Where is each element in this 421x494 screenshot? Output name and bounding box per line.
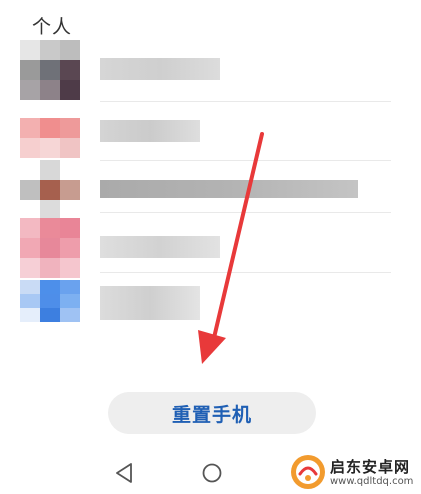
avatar-pixel [60,40,80,60]
avatar-pixel [40,40,60,60]
avatar-pixel [20,258,40,278]
contact-name-blurred [100,236,220,258]
avatar-pixel [40,218,60,238]
list-divider [100,272,391,273]
watermark-title: 启东安卓网 [330,458,411,476]
avatar-pixel [20,118,40,138]
watermark-logo-icon [291,455,325,489]
avatar-pixel [40,258,60,278]
contact-row[interactable] [0,158,421,220]
avatar-pixel [40,308,60,322]
avatar-pixel [60,60,80,80]
contact-name-blurred [100,120,200,142]
avatar-pixel [60,180,80,200]
avatar-pixel [40,80,60,100]
avatar-pixel [40,160,60,180]
avatar-pixel [20,60,40,80]
avatar-pixel [60,80,80,100]
reset-phone-button[interactable]: 重置手机 [108,392,316,434]
avatar-pixel [20,238,40,258]
avatar-pixel [40,280,60,294]
avatar-pixel [20,40,40,60]
back-triangle-icon[interactable] [114,462,134,484]
avatar-pixel [60,160,80,180]
avatar-pixel [60,280,80,294]
avatar [20,218,80,278]
contact-row[interactable] [0,40,421,100]
avatar [20,280,80,322]
avatar-pixel [20,280,40,294]
avatar-pixel [60,138,80,158]
avatar-pixel [40,180,60,200]
avatar-pixel [40,238,60,258]
avatar-pixel [60,294,80,308]
contact-name-blurred [100,180,358,198]
avatar-pixel [60,238,80,258]
section-header: 个人 [32,16,73,38]
avatar-pixel [40,138,60,158]
avatar-pixel [20,200,40,220]
avatar-pixel [40,118,60,138]
home-circle-icon[interactable] [201,462,223,484]
watermark-logo: 启东安卓网 www.qdltdq.com [286,452,421,492]
avatar-pixel [60,118,80,138]
list-divider [100,101,391,102]
avatar-pixel [60,258,80,278]
avatar-pixel [60,308,80,322]
avatar [20,40,80,100]
avatar-pixel [20,80,40,100]
avatar-pixel [40,294,60,308]
avatar-pixel [20,308,40,322]
avatar-pixel [20,294,40,308]
contact-name-blurred [100,286,200,320]
contact-row[interactable] [0,218,421,278]
avatar-pixel [20,218,40,238]
list-divider [100,212,391,213]
avatar-pixel [40,200,60,220]
avatar-pixel [60,200,80,220]
avatar-pixel [20,160,40,180]
watermark-url: www.qdltdq.com [330,476,414,487]
contact-name-blurred [100,58,220,80]
avatar [20,160,80,220]
avatar-pixel [20,138,40,158]
avatar-pixel [20,180,40,200]
avatar-pixel [60,218,80,238]
contact-row[interactable] [0,280,421,340]
avatar-pixel [40,60,60,80]
